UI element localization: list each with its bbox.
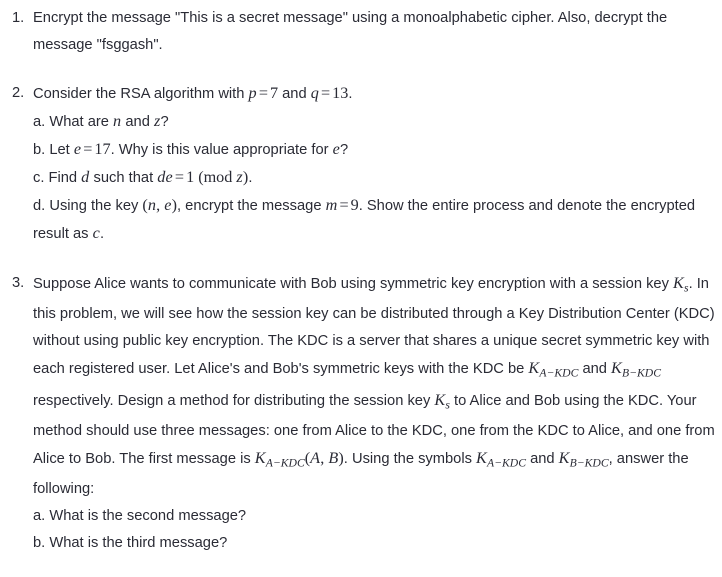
math-variable: e — [164, 196, 172, 214]
math-symbol-subscripted: Ks — [673, 274, 689, 295]
subitem-label: a. — [33, 508, 50, 525]
problem-subitem: a. What is the second message? — [33, 508, 247, 525]
math-symbol-subscript: s — [445, 397, 450, 411]
math-symbol-subscript: B−KDC — [569, 456, 609, 470]
math-symbol-subscripted: KA−KDC — [254, 448, 305, 470]
math-variable: B — [328, 448, 339, 467]
problem-subitem: a. What are n and z? — [33, 112, 169, 130]
math-variable: p — [248, 84, 257, 102]
problem-statement: Consider the RSA algorithm with p = 7 and … — [33, 84, 353, 102]
math-literal: , — [156, 196, 165, 214]
math-symbol-subscript: B−KDC — [622, 366, 661, 380]
problem-number: 2. — [12, 85, 25, 101]
math-symbol-base: K — [434, 390, 446, 409]
math-operator: = — [258, 84, 268, 102]
math-literal: 1 — [186, 168, 195, 186]
math-symbol-subscripted: KB−KDC — [611, 359, 661, 380]
math-operator: = — [174, 168, 185, 186]
problem-item: 3. Suppose Alice wants to communicate wit… — [0, 270, 722, 557]
subitem-label: b. — [33, 142, 50, 158]
math-operator: = — [321, 84, 331, 102]
math-symbol-subscript: A−KDC — [539, 366, 579, 380]
math-variable: c — [92, 224, 100, 242]
math-variable: de — [157, 168, 173, 186]
problem-item: 1. Encrypt the message "This is a secret … — [0, 5, 722, 59]
math-operator: = — [83, 140, 93, 158]
math-variable: n — [147, 196, 157, 214]
math-variable: d — [81, 168, 90, 186]
problem-number: 3. — [12, 275, 25, 291]
problem-subitem: b. Let e = 17. Why is this value appropria… — [33, 140, 349, 158]
math-variable: e — [332, 140, 340, 158]
math-literal: (mod — [194, 168, 237, 186]
math-variable: m — [325, 196, 338, 214]
math-operator: = — [339, 196, 349, 214]
problem-statement: Suppose Alice wants to communicate with … — [33, 274, 715, 498]
subitem-label: c. — [33, 170, 49, 186]
math-symbol-subscripted: Ks — [434, 390, 450, 411]
math-symbol-base: K — [254, 448, 266, 467]
problem-statement: Encrypt the message "This is a secret me… — [33, 10, 668, 53]
problem-item: 2. Consider the RSA algorithm with p = 7 an… — [0, 80, 722, 248]
math-literal: ) — [338, 448, 344, 467]
problem-number: 1. — [12, 10, 25, 26]
problem-subitem: d. Using the key (n, e), encrypt the mes… — [33, 196, 696, 242]
math-variable: q — [310, 84, 320, 102]
math-literal: 17 — [94, 140, 111, 158]
math-symbol-subscript: A−KDC — [487, 456, 526, 470]
math-literal: ) — [171, 196, 177, 214]
math-variable: A — [310, 448, 321, 467]
subitem-label: b. — [33, 535, 50, 552]
problem-subitem: c. Find d such that de = 1 (mod z). — [33, 168, 253, 186]
document-page: 1. Encrypt the message "This is a secret … — [0, 5, 722, 577]
math-symbol-subscripted: KB−KDC — [558, 448, 609, 470]
math-symbol-subscript: A−KDC — [265, 456, 305, 470]
problem-list: 1. Encrypt the message "This is a secret … — [0, 5, 722, 557]
math-symbol-base: K — [611, 359, 623, 378]
subitem-label: d. — [33, 198, 50, 214]
math-symbol-subscripted: KA−KDC — [476, 448, 526, 470]
math-symbol-base: K — [476, 448, 488, 467]
math-symbol-base: K — [673, 274, 685, 292]
problem-subitem: b. What is the third message? — [33, 535, 228, 552]
math-symbol-base: K — [558, 448, 570, 467]
math-symbol-subscripted: KA−KDC — [528, 359, 579, 380]
subitem-label: a. — [33, 114, 50, 130]
math-literal: 7 — [269, 84, 279, 102]
math-variable: z — [153, 112, 161, 130]
math-literal: 9 — [350, 196, 359, 214]
math-symbol-subscript: s — [684, 281, 689, 295]
math-literal: ) — [242, 168, 249, 186]
math-literal: 13 — [332, 84, 349, 102]
math-symbol-base: K — [528, 359, 540, 378]
math-variable: n — [113, 112, 122, 130]
